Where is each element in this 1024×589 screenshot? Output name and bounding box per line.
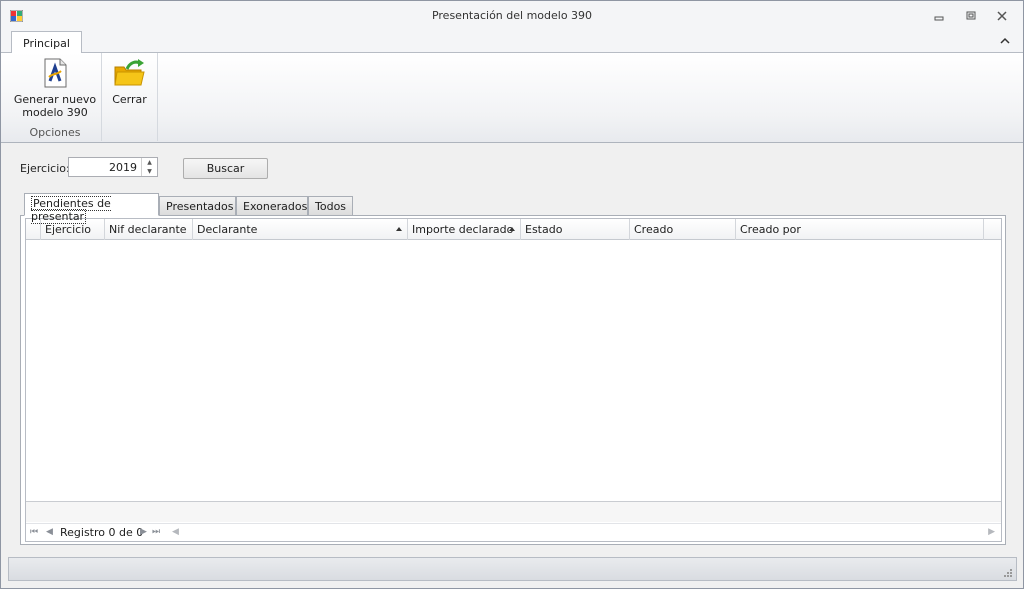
title-bar: Presentación del modelo 390 bbox=[1, 1, 1023, 31]
col-creado[interactable]: Creado bbox=[630, 219, 736, 240]
folder-exit-icon bbox=[113, 59, 145, 86]
generar-label-line1: Generar nuevo bbox=[13, 93, 97, 106]
app-window: Presentación del modelo 390 Principal Ge… bbox=[0, 0, 1024, 589]
ejercicio-label: Ejercicio: bbox=[20, 162, 70, 175]
ribbon-group-opciones: Generar nuevo modelo 390 Opciones bbox=[9, 53, 102, 141]
spin-up-icon[interactable]: ▲ bbox=[142, 158, 157, 167]
status-bar bbox=[8, 557, 1017, 581]
resize-grip-icon[interactable] bbox=[1002, 567, 1012, 577]
data-grid: Ejercicio Nif declarante Declarante Impo… bbox=[25, 218, 1002, 542]
ribbon-group-label: Opciones bbox=[29, 126, 81, 139]
col-declarante-label: Declarante bbox=[197, 223, 258, 236]
minimize-button[interactable] bbox=[927, 7, 951, 25]
sort-ascending-icon bbox=[509, 227, 515, 231]
minimize-icon bbox=[934, 16, 944, 21]
col-importe-declarado[interactable]: Importe declarado bbox=[408, 219, 521, 240]
scroll-right-icon[interactable]: ▶ bbox=[988, 527, 995, 537]
document-aeat-icon bbox=[44, 58, 67, 88]
cerrar-button[interactable]: Cerrar bbox=[102, 57, 157, 106]
last-record-icon[interactable]: ⏭ bbox=[152, 527, 160, 537]
ribbon-tab-strip: Principal bbox=[1, 31, 1023, 54]
generar-label-line2: modelo 390 bbox=[22, 106, 88, 119]
col-nif-declarante[interactable]: Nif declarante bbox=[105, 219, 193, 240]
close-button[interactable] bbox=[990, 7, 1014, 25]
tab-panel: Ejercicio Nif declarante Declarante Impo… bbox=[20, 215, 1006, 545]
spin-down-icon[interactable]: ▼ bbox=[142, 167, 157, 176]
main-content: Ejercicio: 2019 ▲ ▼ Buscar Pendientes de… bbox=[1, 143, 1023, 556]
buscar-button[interactable]: Buscar bbox=[183, 158, 268, 179]
first-record-icon[interactable]: ⏮ bbox=[30, 527, 38, 537]
ribbon-tab-principal[interactable]: Principal bbox=[11, 31, 82, 54]
chevron-up-icon[interactable] bbox=[999, 35, 1011, 47]
cerrar-label: Cerrar bbox=[112, 93, 147, 106]
ejercicio-spin-input[interactable]: 2019 ▲ ▼ bbox=[68, 157, 158, 177]
col-creado-por[interactable]: Creado por bbox=[736, 219, 984, 240]
tab-exonerados[interactable]: Exonerados bbox=[236, 196, 308, 216]
restore-icon bbox=[966, 11, 976, 20]
ribbon-group-cerrar: Cerrar bbox=[102, 53, 158, 141]
col-importe-label: Importe declarado bbox=[412, 223, 514, 236]
close-icon bbox=[997, 11, 1007, 21]
scroll-left-icon[interactable]: ◀ bbox=[172, 527, 179, 537]
col-estado[interactable]: Estado bbox=[521, 219, 630, 240]
grid-header: Ejercicio Nif declarante Declarante Impo… bbox=[26, 219, 1001, 240]
tab-pendientes[interactable]: Pendientes de presentar bbox=[24, 193, 159, 224]
generar-nuevo-modelo-button[interactable]: Generar nuevo modelo 390 bbox=[9, 57, 101, 119]
previous-record-icon[interactable]: ◀ bbox=[46, 527, 53, 537]
ejercicio-value: 2019 bbox=[109, 161, 137, 174]
ribbon: Generar nuevo modelo 390 Opciones Cerrar bbox=[1, 53, 1023, 143]
tab-presentados[interactable]: Presentados bbox=[159, 196, 236, 216]
window-title: Presentación del modelo 390 bbox=[431, 9, 593, 22]
spin-buttons: ▲ ▼ bbox=[141, 158, 157, 176]
grid-footer bbox=[26, 502, 1001, 522]
col-declarante[interactable]: Declarante bbox=[193, 219, 408, 240]
record-navigator: ⏮ ◀ Registro 0 de 0 ▶ ⏭ ◀ ▶ bbox=[26, 523, 1001, 541]
next-record-icon[interactable]: ▶ bbox=[140, 527, 147, 537]
grid-body[interactable] bbox=[26, 240, 1001, 500]
sort-ascending-icon bbox=[396, 227, 402, 231]
tab-todos[interactable]: Todos bbox=[308, 196, 353, 216]
record-count-text: Registro 0 de 0 bbox=[60, 526, 144, 539]
restore-button[interactable] bbox=[959, 7, 983, 25]
